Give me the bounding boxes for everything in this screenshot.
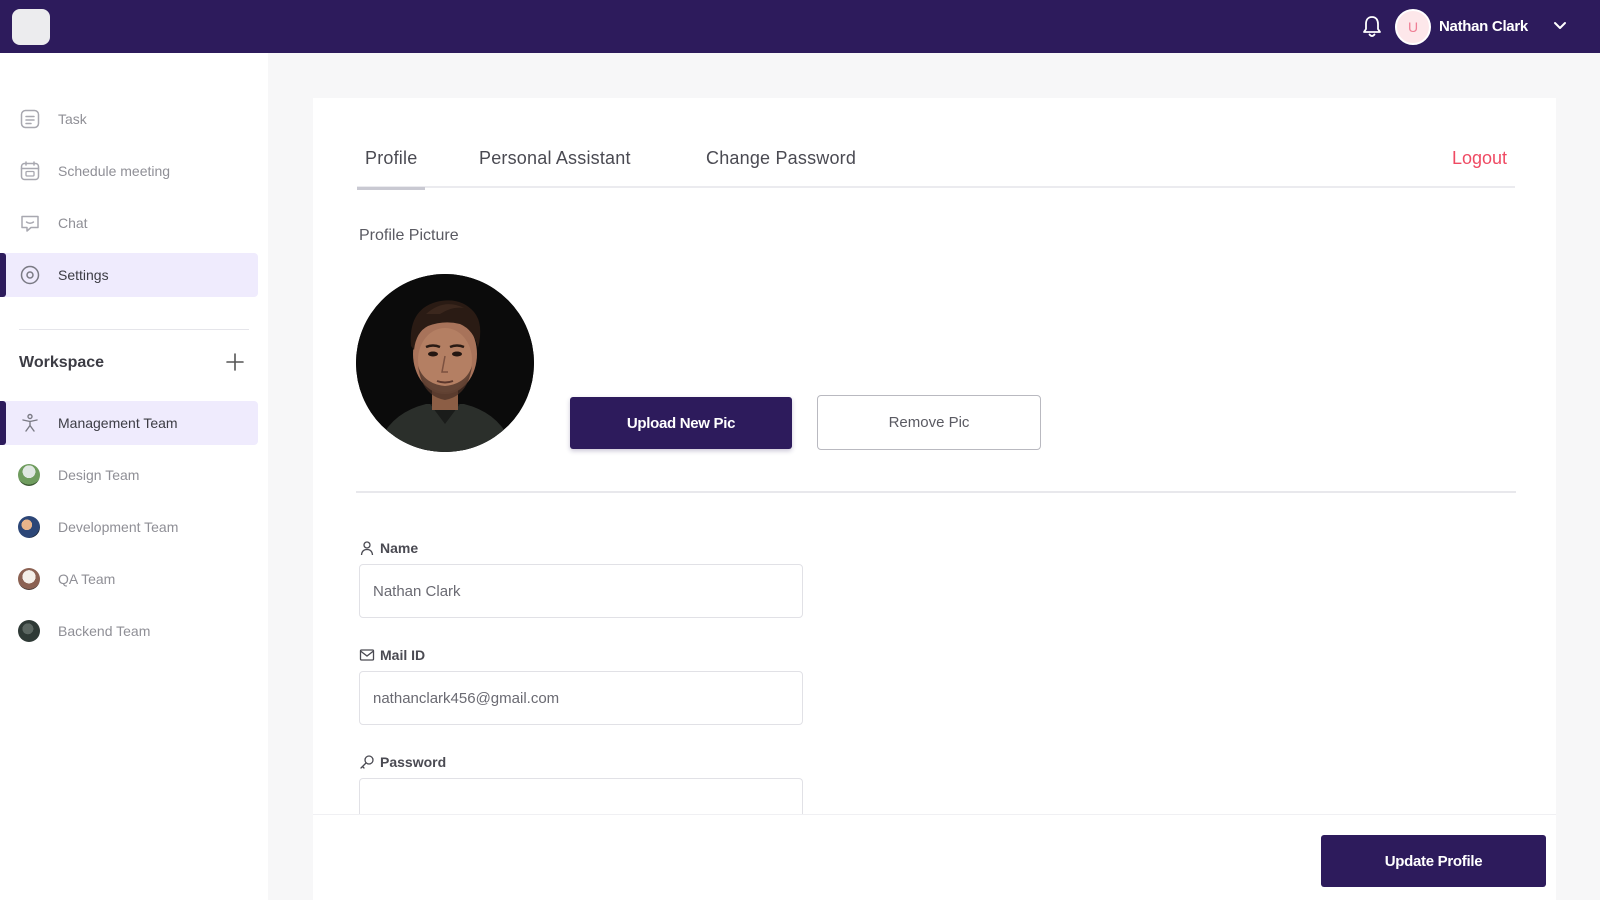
qa-team-avatar xyxy=(18,568,40,590)
sidebar-item-label: Management Team xyxy=(58,415,178,431)
sidebar-item-label: Development Team xyxy=(58,519,179,535)
profile-settings-card: Profile Personal Assistant Change Passwo… xyxy=(313,98,1556,814)
app-logo[interactable] xyxy=(12,9,50,45)
name-field[interactable]: Nathan Clark xyxy=(359,564,803,618)
footer-bar: Update Profile xyxy=(313,814,1556,900)
sidebar-item-chat[interactable]: Chat xyxy=(0,201,258,245)
sidebar-item-qa-team[interactable]: QA Team xyxy=(0,557,258,601)
sidebar-divider xyxy=(19,329,249,330)
user-name[interactable]: Nathan Clark xyxy=(1439,18,1528,35)
sidebar-item-backend-team[interactable]: Backend Team xyxy=(0,609,258,653)
password-label-text: Password xyxy=(380,754,447,770)
sidebar-item-design-team[interactable]: Design Team xyxy=(0,453,258,497)
sidebar-item-label: Chat xyxy=(58,215,88,231)
tab-change-password[interactable]: Change Password xyxy=(706,148,856,188)
key-icon xyxy=(360,755,374,769)
mail-label-text: Mail ID xyxy=(380,647,426,663)
sidebar-item-settings[interactable]: Settings xyxy=(0,253,258,297)
user-icon xyxy=(360,541,374,556)
sidebar-item-label: Schedule meeting xyxy=(58,163,171,179)
settings-tabs: Profile Personal Assistant Change Passwo… xyxy=(356,148,1515,190)
settings-icon xyxy=(18,263,42,287)
sidebar-item-label: QA Team xyxy=(58,571,116,587)
chevron-down-icon[interactable] xyxy=(1553,20,1567,32)
sidebar-item-label: Task xyxy=(58,111,87,127)
email-field[interactable]: nathanclark456@gmail.com xyxy=(359,671,803,725)
section-divider xyxy=(356,491,1516,493)
chat-icon xyxy=(18,211,42,235)
profile-photo xyxy=(356,274,534,452)
upload-new-pic-button[interactable]: Upload New Pic xyxy=(570,397,792,449)
user-avatar[interactable]: U xyxy=(1395,9,1431,45)
sidebar-item-label: Settings xyxy=(58,267,109,283)
sidebar-item-task[interactable]: Task xyxy=(0,97,258,141)
password-field[interactable] xyxy=(359,778,803,814)
remove-pic-button[interactable]: Remove Pic xyxy=(817,395,1041,450)
calendar-icon xyxy=(18,159,42,183)
mail-label: Mail ID xyxy=(359,647,425,663)
password-label: Password xyxy=(359,754,446,770)
sidebar: Task Schedule meeting Chat Settings Work… xyxy=(0,53,268,900)
task-icon xyxy=(18,107,42,131)
tab-personal-assistant[interactable]: Personal Assistant xyxy=(479,148,631,188)
update-profile-button[interactable]: Update Profile xyxy=(1321,835,1546,887)
bell-icon[interactable] xyxy=(1361,15,1383,39)
backend-team-avatar xyxy=(18,620,40,642)
sidebar-item-management-team[interactable]: Management Team xyxy=(0,401,258,445)
sidebar-item-label: Design Team xyxy=(58,467,140,483)
name-label: Name xyxy=(359,540,418,556)
mail-icon xyxy=(359,649,375,661)
sidebar-item-schedule-meeting[interactable]: Schedule meeting xyxy=(0,149,258,193)
profile-picture-label: Profile Picture xyxy=(359,227,459,244)
tab-profile[interactable]: Profile xyxy=(356,148,426,190)
team-icon xyxy=(18,411,42,435)
top-bar: U Nathan Clark xyxy=(0,0,1600,53)
design-team-avatar xyxy=(18,464,40,486)
logout-link[interactable]: Logout xyxy=(1452,148,1507,169)
sidebar-item-label: Backend Team xyxy=(58,623,151,639)
name-label-text: Name xyxy=(380,540,419,556)
sidebar-item-development-team[interactable]: Development Team xyxy=(0,505,258,549)
development-team-avatar xyxy=(18,516,40,538)
workspace-title: Workspace xyxy=(19,354,105,371)
add-workspace-plus-icon[interactable] xyxy=(224,351,246,373)
